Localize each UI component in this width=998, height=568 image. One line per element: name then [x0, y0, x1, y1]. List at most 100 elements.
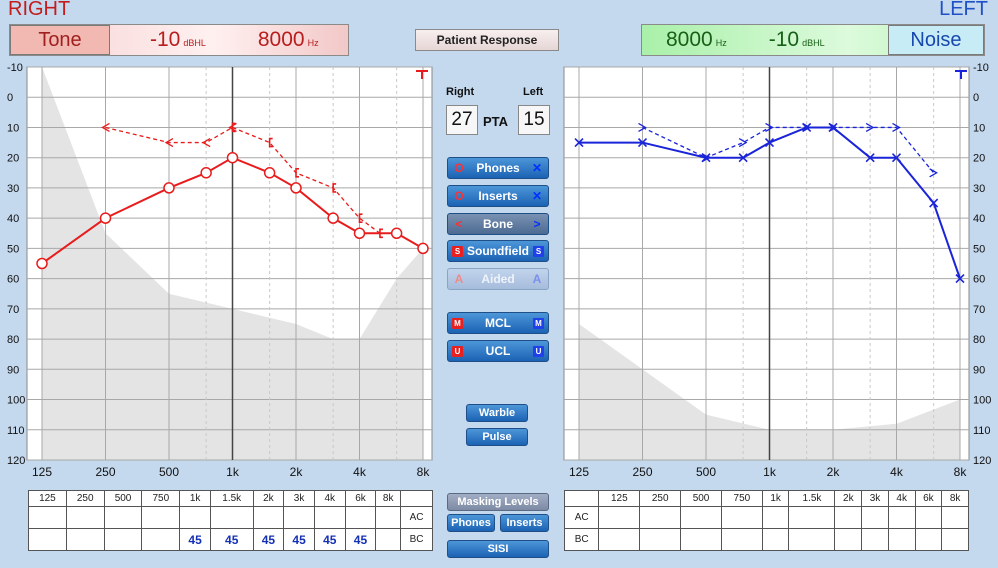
mask-cell[interactable]: 45 [344, 528, 377, 551]
mask-cell[interactable] [834, 506, 863, 529]
mask-cell[interactable]: 45 [209, 528, 254, 551]
ucl-button[interactable]: U UCL U [447, 340, 549, 362]
right-y-tick-label: 120 [7, 455, 25, 467]
mask-cell[interactable] [761, 506, 790, 529]
right-air-conduction-point [327, 212, 339, 224]
right-x-tick-label: 250 [95, 465, 115, 479]
mask-cell[interactable] [179, 506, 211, 529]
right-x-tick-label: 125 [32, 465, 52, 479]
mask-cell[interactable] [375, 528, 402, 551]
mask-cell[interactable]: 45 [179, 528, 211, 551]
right-ucl-symbol: U [452, 345, 463, 357]
mask-header: 2k [834, 490, 863, 507]
right-bc-row: 45 45 45 45 45 45 BC [28, 528, 433, 551]
mask-cell[interactable] [65, 528, 105, 551]
right-y-tick-label: 0 [7, 92, 13, 104]
left-y-tick-label: 100 [973, 395, 991, 407]
mask-cell[interactable] [914, 528, 943, 551]
right-bc-label: BC [400, 528, 433, 551]
mask-cell[interactable] [209, 506, 254, 529]
mask-cell[interactable] [639, 506, 682, 529]
mask-cell[interactable] [887, 506, 916, 529]
mask-header: 250 [639, 490, 682, 507]
mask-header: 750 [720, 490, 763, 507]
mask-header: 2k [252, 490, 285, 507]
mask-inserts-button[interactable]: Inserts [500, 514, 549, 532]
mask-cell[interactable] [283, 506, 315, 529]
mask-cell[interactable] [375, 506, 402, 529]
mask-cell[interactable] [720, 506, 763, 529]
right-y-tick-label: 10 [7, 122, 19, 134]
left-y-tick-label: 120 [973, 455, 991, 467]
left-ac-row: AC [563, 506, 969, 529]
mask-cell[interactable] [941, 506, 969, 529]
right-air-conduction-point [99, 212, 112, 224]
mask-cell[interactable] [103, 528, 143, 551]
bone-button[interactable]: < Bone > [447, 213, 549, 235]
mask-cell[interactable] [834, 528, 863, 551]
mask-phones-button[interactable]: Phones [447, 514, 495, 532]
right-y-tick-label: 50 [7, 243, 19, 255]
left-audiogram: -10 0 10 20 30 40 50 60 70 80 90 100 110 120 125 250 500… [563, 62, 991, 479]
left-mcl-symbol: M [533, 317, 544, 329]
mcl-button[interactable]: M MCL M [447, 312, 549, 334]
mask-cell[interactable] [761, 528, 790, 551]
mask-cell[interactable] [141, 506, 181, 529]
aided-button[interactable]: A Aided A [447, 268, 549, 290]
inserts-button-label: Inserts [478, 189, 518, 203]
mask-cell[interactable] [141, 528, 181, 551]
pulse-button[interactable]: Pulse [466, 428, 528, 446]
mask-cell[interactable]: 45 [313, 528, 346, 551]
left-aided-symbol: A [532, 272, 542, 286]
phones-button-label: Phones [476, 161, 520, 175]
right-x-tick-label: 2k [290, 465, 304, 479]
mask-header: 4k [887, 490, 916, 507]
bone-button-label: Bone [483, 217, 513, 231]
left-x-tick-label: 125 [569, 465, 589, 479]
left-y-tick-label: -10 [973, 62, 989, 74]
left-y-tick-label: 60 [973, 274, 985, 286]
mask-cell[interactable]: 45 [283, 528, 315, 551]
inserts-button[interactable]: O Inserts ✕ [447, 185, 549, 207]
mask-cell[interactable] [941, 528, 969, 551]
soundfield-button[interactable]: S Soundfield S [447, 240, 549, 262]
sisi-button[interactable]: SISI [447, 540, 549, 558]
mask-cell[interactable] [344, 506, 377, 529]
mask-cell[interactable] [65, 506, 105, 529]
ucl-button-label: UCL [485, 344, 511, 358]
mask-cell[interactable] [861, 528, 889, 551]
left-y-tick-label: 10 [973, 122, 985, 134]
left-bc-row: BC [563, 528, 969, 551]
right-x-tick-label: 4k [353, 465, 367, 479]
right-x-tick-label: 8k [417, 465, 431, 479]
mask-cell[interactable] [788, 528, 836, 551]
mask-cell[interactable] [252, 506, 285, 529]
right-air-conduction-point [390, 227, 403, 240]
mask-cell[interactable]: 45 [252, 528, 285, 551]
right-air-conduction-point [226, 151, 239, 164]
warble-button[interactable]: Warble [466, 404, 528, 422]
left-y-tick-label: 40 [973, 213, 985, 225]
mask-cell[interactable] [639, 528, 682, 551]
mask-cell[interactable] [680, 506, 722, 529]
aided-button-label: Aided [481, 272, 515, 286]
right-y-tick-label: 90 [7, 364, 19, 376]
mask-header: 8k [375, 490, 402, 507]
right-aided-symbol: A [454, 272, 464, 286]
mask-cell[interactable] [598, 506, 641, 529]
mask-cell[interactable] [887, 528, 916, 551]
mask-cell[interactable] [598, 528, 641, 551]
mask-header: 4k [313, 490, 346, 507]
masking-levels-button[interactable]: Masking Levels [447, 493, 549, 511]
mask-cell[interactable] [103, 506, 143, 529]
mask-cell[interactable] [914, 506, 943, 529]
mask-cell[interactable] [28, 528, 67, 551]
phones-button[interactable]: O Phones ✕ [447, 157, 549, 179]
mask-cell[interactable] [788, 506, 836, 529]
mask-cell[interactable] [720, 528, 763, 551]
mask-cell[interactable] [680, 528, 722, 551]
mask-cell[interactable] [313, 506, 346, 529]
mask-cell[interactable] [28, 506, 67, 529]
mask-header: 500 [103, 490, 143, 507]
mask-cell[interactable] [861, 506, 889, 529]
